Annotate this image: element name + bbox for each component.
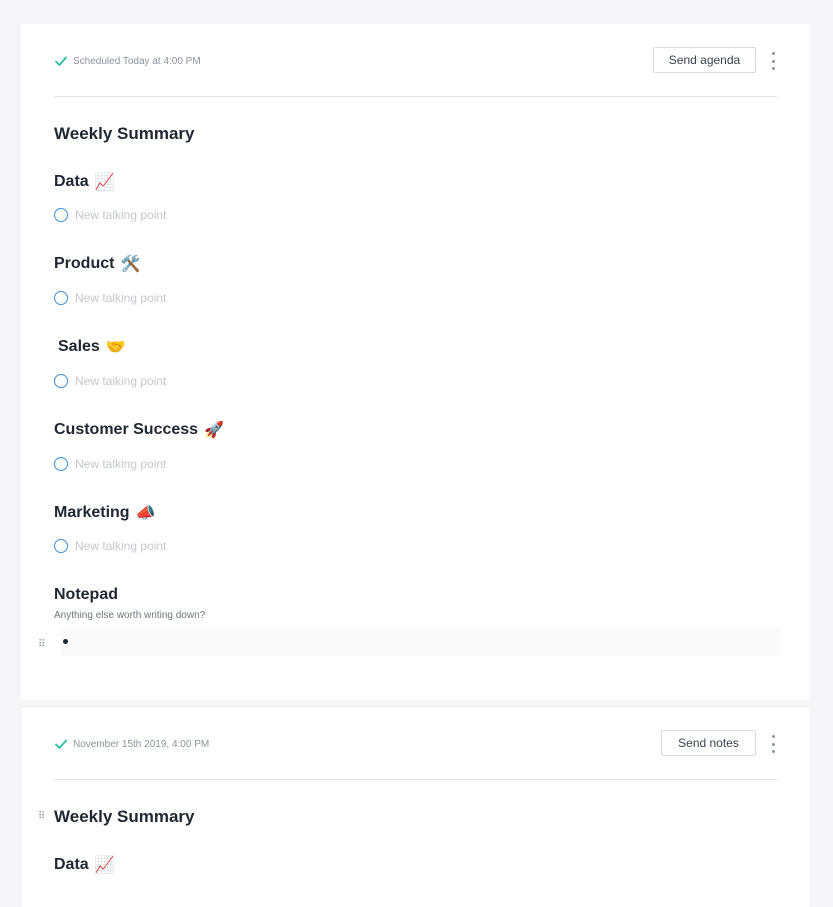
meeting-header: Scheduled Today at 4:00 PM Send agenda: [54, 24, 777, 97]
section-label: Notepad: [54, 586, 118, 603]
talking-point-placeholder[interactable]: New talking point: [75, 374, 166, 388]
section-heading-data: Data 📈: [54, 172, 115, 192]
new-talking-point-data[interactable]: New talking point: [54, 208, 166, 222]
section-heading-sales: Sales 🤝: [58, 337, 126, 357]
meeting-card-current: Scheduled Today at 4:00 PM Send agenda W…: [21, 24, 810, 700]
new-talking-point-marketing[interactable]: New talking point: [54, 539, 166, 553]
bullet-point: [63, 639, 68, 644]
more-options-icon[interactable]: [769, 52, 777, 70]
meeting-title: Weekly Summary: [54, 124, 195, 143]
schedule-text: November 15th 2019, 4:00 PM: [73, 738, 210, 750]
notepad-subtitle: Anything else worth writing down?: [54, 610, 206, 621]
talking-point-placeholder[interactable]: New talking point: [75, 291, 166, 305]
circle-checkbox-icon[interactable]: [54, 208, 68, 222]
talking-point-placeholder[interactable]: New talking point: [75, 539, 166, 553]
schedule-status: Scheduled Today at 4:00 PM: [54, 54, 201, 68]
check-icon: [55, 739, 67, 749]
section-label: Customer Success: [54, 421, 199, 438]
meeting-card-past: November 15th 2019, 4:00 PM Send notes ⠿…: [21, 707, 810, 907]
circle-checkbox-icon[interactable]: [54, 539, 68, 553]
chart-increasing-icon: 📈: [94, 174, 115, 191]
schedule-text: Scheduled Today at 4:00 PM: [73, 55, 201, 67]
section-label: Marketing: [54, 504, 130, 521]
section-label: Sales: [58, 338, 100, 355]
new-talking-point-customer-success[interactable]: New talking point: [54, 457, 166, 471]
section-heading-data: Data 📈: [54, 855, 115, 875]
rocket-icon: 🚀: [204, 422, 224, 439]
meeting-title: Weekly Summary: [54, 807, 195, 826]
schedule-status: November 15th 2019, 4:00 PM: [54, 737, 209, 751]
circle-checkbox-icon[interactable]: [54, 374, 68, 388]
circle-checkbox-icon[interactable]: [54, 457, 68, 471]
section-heading-product: Product 🛠️: [54, 254, 140, 274]
section-heading-marketing: Marketing 📣: [54, 503, 156, 523]
notepad-heading: Notepad: [54, 586, 118, 604]
section-heading-customer-success: Customer Success 🚀: [54, 420, 224, 440]
megaphone-icon: 📣: [135, 505, 156, 522]
send-notes-button[interactable]: Send notes: [661, 730, 756, 756]
new-talking-point-product[interactable]: New talking point: [54, 291, 166, 305]
section-label: Data: [54, 856, 89, 873]
new-talking-point-sales[interactable]: New talking point: [54, 374, 166, 388]
notepad-editor[interactable]: [61, 628, 781, 656]
section-label: Data: [54, 173, 89, 190]
drag-handle-icon[interactable]: ⠿: [38, 812, 45, 822]
talking-point-placeholder[interactable]: New talking point: [75, 208, 166, 222]
meeting-header: November 15th 2019, 4:00 PM Send notes: [54, 707, 777, 780]
section-label: Product: [54, 255, 115, 272]
circle-checkbox-icon[interactable]: [54, 291, 68, 305]
tools-icon: 🛠️: [120, 256, 141, 273]
more-options-icon[interactable]: [769, 735, 777, 753]
check-icon: [55, 56, 67, 66]
drag-handle-icon[interactable]: ⠿: [38, 640, 45, 650]
handshake-icon: 🤝: [105, 339, 126, 356]
chart-increasing-icon: 📈: [94, 857, 115, 874]
send-agenda-button[interactable]: Send agenda: [653, 47, 756, 73]
talking-point-placeholder[interactable]: New talking point: [75, 457, 166, 471]
